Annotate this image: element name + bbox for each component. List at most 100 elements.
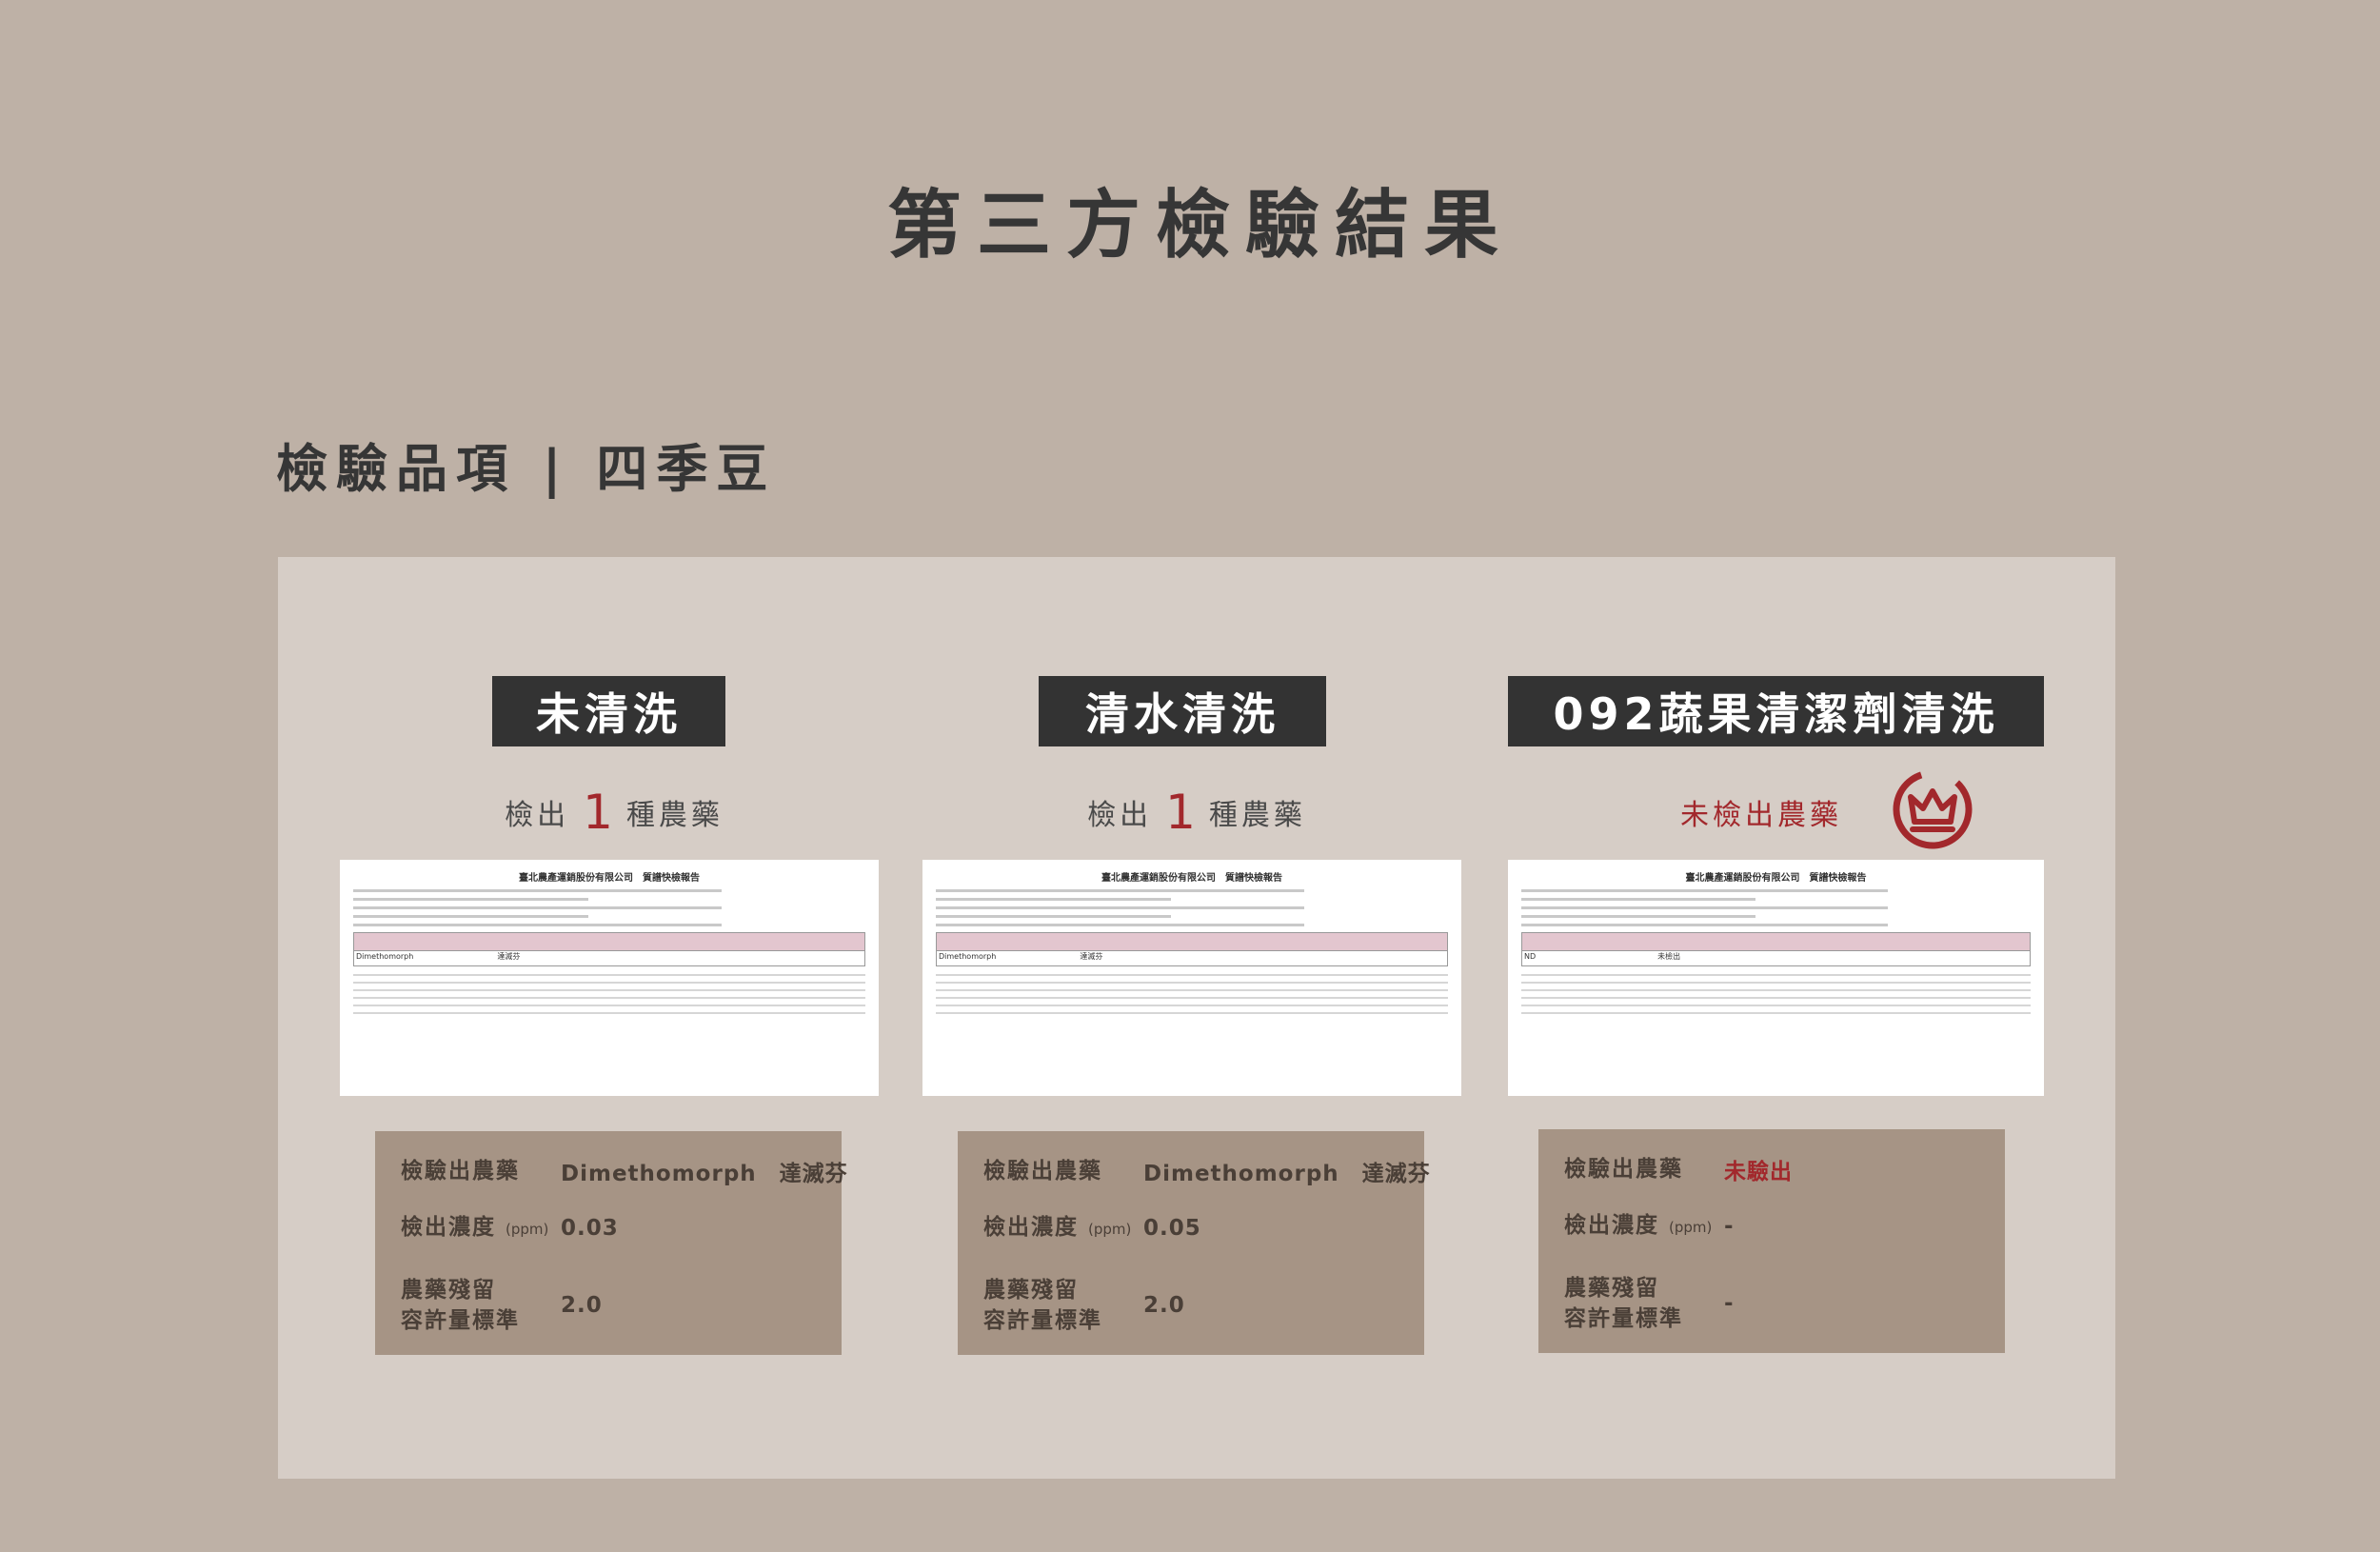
report-line xyxy=(936,898,1172,901)
crown-seal-icon xyxy=(1893,769,1973,849)
report-note xyxy=(353,997,865,999)
report-line xyxy=(936,915,1172,918)
result-column-water-wash: 清水清洗 檢出 1 種農藥 臺北農產運銷股份有限公司 質譜快檢報告 Dimeth… xyxy=(902,557,1492,1479)
report-note xyxy=(353,982,865,984)
report-table: Dimethomorph 達滅芬 xyxy=(936,932,1448,966)
report-line xyxy=(1521,915,1756,918)
limit-row: 農藥殘留 容許量標準 - xyxy=(1564,1272,1735,1335)
report-line xyxy=(1521,898,1756,901)
limit-label-line-1: 農藥殘留 xyxy=(1564,1276,1659,1301)
pesticide-value: 未驗出 xyxy=(1724,1160,1793,1184)
report-line xyxy=(1521,924,1889,926)
report-line xyxy=(353,906,723,909)
pesticide-row: 檢驗出農藥 未驗出 xyxy=(1564,1150,1793,1188)
report-line xyxy=(936,889,1305,892)
limit-value: - xyxy=(1724,1291,1735,1316)
concentration-row: 檢出濃度 (ppm) 0.03 xyxy=(401,1209,619,1247)
report-line xyxy=(353,924,723,926)
report-table-header xyxy=(354,933,864,951)
concentration-unit: (ppm) xyxy=(506,1221,549,1238)
detect-suffix: 種農藥 xyxy=(625,799,724,832)
report-table-row: Dimethomorph 達滅芬 xyxy=(939,952,1103,961)
detect-summary: 未檢出農藥 xyxy=(1484,784,2074,841)
report-title: 臺北農產運銷股份有限公司 質譜快檢報告 xyxy=(519,873,700,884)
column-label: 092蔬果清潔劑清洗 xyxy=(1508,676,2044,746)
concentration-value: - xyxy=(1724,1214,1735,1239)
report-line xyxy=(1521,906,1889,909)
report-note xyxy=(936,989,1448,991)
report-note xyxy=(353,989,865,991)
report-note xyxy=(353,974,865,976)
concentration-value: 0.03 xyxy=(561,1216,619,1241)
pesticide-row: 檢驗出農藥 Dimethomorph 達滅芬 xyxy=(983,1152,1431,1190)
limit-label: 農藥殘留 容許量標準 xyxy=(401,1275,561,1336)
pesticide-value: Dimethomorph 達滅芬 xyxy=(1143,1162,1431,1186)
concentration-unit: (ppm) xyxy=(1088,1221,1132,1238)
detect-summary: 檢出 1 種農藥 xyxy=(902,784,1492,841)
report-line xyxy=(1521,889,1889,892)
report-image: 臺北農產運銷股份有限公司 質譜快檢報告 Dimethomorph 達滅芬 xyxy=(340,860,879,1096)
detect-summary: 檢出 1 種農藥 xyxy=(319,784,909,841)
pesticide-label: 檢驗出農藥 xyxy=(401,1159,520,1184)
report-note xyxy=(1521,997,2031,999)
report-title: 臺北農產運銷股份有限公司 質譜快檢報告 xyxy=(1101,873,1282,884)
report-line xyxy=(936,906,1305,909)
pesticide-value: Dimethomorph 達滅芬 xyxy=(561,1162,848,1186)
report-note xyxy=(1521,1012,2031,1014)
limit-label-line-2: 容許量標準 xyxy=(401,1308,520,1333)
report-note xyxy=(1521,974,2031,976)
limit-label-line-1: 農藥殘留 xyxy=(983,1278,1079,1303)
concentration-label: 檢出濃度 (ppm) xyxy=(401,1212,561,1244)
limit-row: 農藥殘留 容許量標準 2.0 xyxy=(401,1274,603,1337)
detect-count: 1 xyxy=(583,785,613,840)
limit-label: 農藥殘留 容許量標準 xyxy=(1564,1273,1724,1334)
pesticide-label: 檢驗出農藥 xyxy=(983,1159,1102,1184)
report-table-row: ND 未檢出 xyxy=(1524,952,1681,961)
concentration-label-text: 檢出濃度 xyxy=(1564,1213,1659,1238)
limit-row: 農藥殘留 容許量標準 2.0 xyxy=(983,1274,1185,1337)
report-note xyxy=(936,997,1448,999)
limit-label-line-2: 容許量標準 xyxy=(1564,1306,1683,1331)
report-note xyxy=(1521,1005,2031,1006)
detect-text: 未檢出農藥 xyxy=(1680,799,1842,832)
report-title: 臺北農產運銷股份有限公司 質譜快檢報告 xyxy=(1685,873,1867,884)
result-column-unwashed: 未清洗 檢出 1 種農藥 臺北農產運銷股份有限公司 質譜快檢報告 Dimetho… xyxy=(319,557,909,1479)
concentration-row: 檢出濃度 (ppm) - xyxy=(1564,1207,1735,1245)
report-note xyxy=(936,974,1448,976)
report-note xyxy=(353,1012,865,1014)
item-title: 檢驗品項 | 四季豆 xyxy=(276,439,777,499)
result-info-box: 檢驗出農藥 Dimethomorph 達滅芬 檢出濃度 (ppm) 0.05 農… xyxy=(958,1131,1430,1355)
report-table-header xyxy=(1522,933,2030,951)
page-title: 第三方檢驗結果 xyxy=(886,183,1514,269)
result-info-box: 檢驗出農藥 Dimethomorph 達滅芬 檢出濃度 (ppm) 0.03 農… xyxy=(375,1131,847,1355)
report-table: ND 未檢出 xyxy=(1521,932,2031,966)
results-panel: 未清洗 檢出 1 種農藥 臺北農產運銷股份有限公司 質譜快檢報告 Dimetho… xyxy=(278,557,2115,1479)
report-image: 臺北農產運銷股份有限公司 質譜快檢報告 ND 未檢出 xyxy=(1508,860,2044,1096)
result-info-box: 檢驗出農藥 未驗出 檢出濃度 (ppm) - 農藥殘留 容許量標準 - xyxy=(1538,1129,2005,1353)
concentration-label-text: 檢出濃度 xyxy=(983,1215,1079,1240)
report-line xyxy=(353,898,589,901)
report-table: Dimethomorph 達滅芬 xyxy=(353,932,865,966)
report-note xyxy=(1521,982,2031,984)
report-table-header xyxy=(937,933,1447,951)
concentration-unit: (ppm) xyxy=(1669,1219,1713,1236)
limit-label: 農藥殘留 容許量標準 xyxy=(983,1275,1143,1336)
limit-label-line-2: 容許量標準 xyxy=(983,1308,1102,1333)
report-note xyxy=(1521,989,2031,991)
column-label: 清水清洗 xyxy=(1039,676,1326,746)
detect-suffix: 種農藥 xyxy=(1208,799,1306,832)
report-note xyxy=(353,1005,865,1006)
result-column-detergent-wash: 092蔬果清潔劑清洗 未檢出農藥 臺北農產運銷股份有限公司 質譜快檢報告 ND … xyxy=(1484,557,2074,1479)
concentration-label-text: 檢出濃度 xyxy=(401,1215,496,1240)
limit-value: 2.0 xyxy=(561,1293,603,1318)
concentration-label: 檢出濃度 (ppm) xyxy=(1564,1210,1724,1243)
report-line xyxy=(353,915,589,918)
detect-prefix: 檢出 xyxy=(505,799,570,832)
limit-label-line-1: 農藥殘留 xyxy=(401,1278,496,1303)
report-line xyxy=(353,889,723,892)
report-note xyxy=(936,982,1448,984)
report-note xyxy=(936,1012,1448,1014)
pesticide-label: 檢驗出農藥 xyxy=(1564,1157,1683,1182)
limit-value: 2.0 xyxy=(1143,1293,1185,1318)
column-label: 未清洗 xyxy=(492,676,725,746)
